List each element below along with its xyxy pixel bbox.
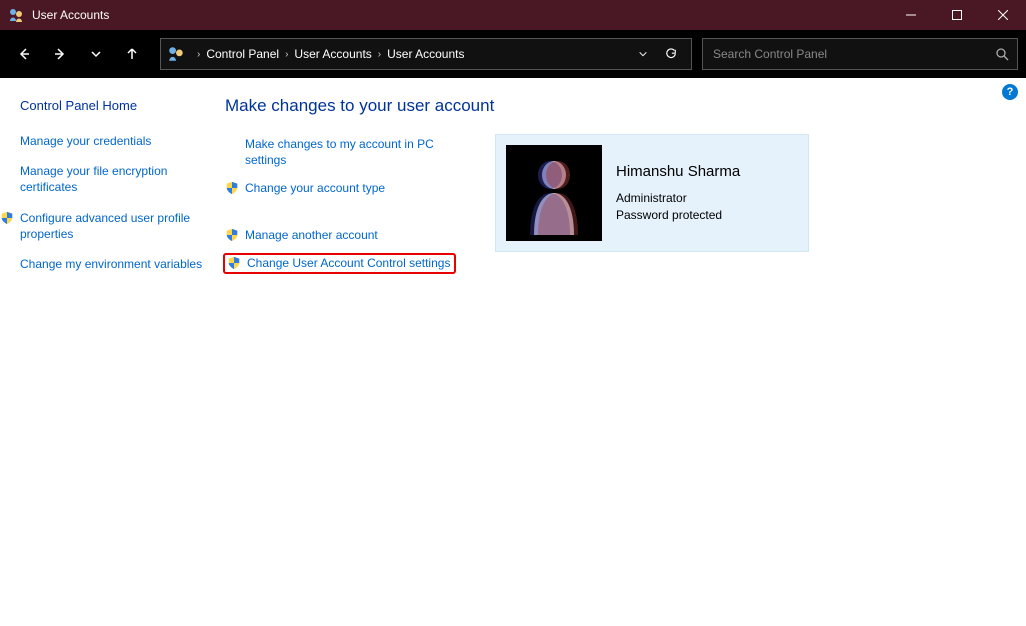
user-password-status: Password protected: [616, 207, 798, 224]
chevron-right-icon: ›: [197, 49, 200, 60]
action-manage-another-account-link[interactable]: Manage another account: [225, 225, 465, 245]
sidebar-link-credentials[interactable]: Manage your credentials: [20, 133, 205, 149]
sidebar-link-encryption[interactable]: Manage your file encryption certificates: [20, 163, 205, 195]
address-bar[interactable]: › Control Panel › User Accounts › User A…: [160, 38, 692, 70]
control-panel-home-link[interactable]: Control Panel Home: [20, 98, 205, 113]
maximize-button[interactable]: [934, 0, 980, 30]
search-input[interactable]: [711, 46, 995, 62]
uac-shield-icon: [227, 256, 241, 270]
user-info: Himanshu Sharma Administrator Password p…: [616, 163, 798, 224]
breadcrumb[interactable]: User Accounts: [387, 47, 464, 61]
forward-button[interactable]: [44, 38, 76, 70]
sidebar-item-label: Manage your credentials: [20, 133, 205, 149]
chevron-right-icon: ›: [285, 49, 288, 60]
uac-shield-icon: [0, 211, 14, 225]
minimize-button[interactable]: [888, 0, 934, 30]
content-area: ? Control Panel Home Manage your credent…: [0, 78, 1026, 626]
action-label: Manage another account: [245, 227, 378, 243]
address-dropdown-button[interactable]: [629, 40, 657, 68]
user-card: Himanshu Sharma Administrator Password p…: [495, 134, 809, 252]
window-title: User Accounts: [32, 8, 109, 22]
help-button[interactable]: ?: [1002, 84, 1018, 100]
sidebar: Control Panel Home Manage your credentia…: [0, 78, 215, 626]
action-pc-settings-link[interactable]: Make changes to my account in PC setting…: [245, 134, 465, 170]
nav-toolbar: › Control Panel › User Accounts › User A…: [0, 30, 1026, 78]
action-change-uac-settings-link[interactable]: Change User Account Control settings: [247, 255, 450, 271]
refresh-button[interactable]: [657, 40, 685, 68]
sidebar-link-profile-properties[interactable]: Configure advanced user profile properti…: [0, 210, 205, 242]
uac-shield-icon: [225, 228, 239, 242]
breadcrumb[interactable]: Control Panel: [206, 47, 279, 61]
back-button[interactable]: [8, 38, 40, 70]
sidebar-item-label: Configure advanced user profile properti…: [20, 210, 205, 242]
breadcrumb[interactable]: User Accounts: [294, 47, 371, 61]
titlebar: User Accounts: [0, 0, 1026, 30]
recent-locations-button[interactable]: [80, 38, 112, 70]
sidebar-item-label: Manage your file encryption certificates: [20, 163, 205, 195]
action-change-account-type-link[interactable]: Change your account type: [225, 178, 465, 198]
user-accounts-app-icon: [8, 7, 24, 23]
address-bar-icon: [167, 45, 185, 63]
action-label: Make changes to my account in PC setting…: [245, 136, 465, 168]
sidebar-link-env-variables[interactable]: Change my environment variables: [20, 256, 205, 272]
action-label: Change your account type: [245, 180, 385, 196]
main-panel: Make changes to your user account Make c…: [215, 78, 1026, 626]
user-avatar: [506, 145, 602, 241]
user-role: Administrator: [616, 190, 798, 207]
page-heading: Make changes to your user account: [225, 96, 1006, 116]
uac-shield-icon: [225, 181, 239, 195]
chevron-right-icon: ›: [378, 49, 381, 60]
close-button[interactable]: [980, 0, 1026, 30]
action-label: Change User Account Control settings: [247, 255, 450, 271]
highlighted-action: Change User Account Control settings: [223, 253, 456, 274]
actions-list: Make changes to my account in PC setting…: [225, 134, 465, 274]
user-name: Himanshu Sharma: [616, 163, 798, 180]
sidebar-item-label: Change my environment variables: [20, 256, 205, 272]
search-box[interactable]: [702, 38, 1018, 70]
search-icon: [995, 47, 1009, 61]
up-button[interactable]: [116, 38, 148, 70]
